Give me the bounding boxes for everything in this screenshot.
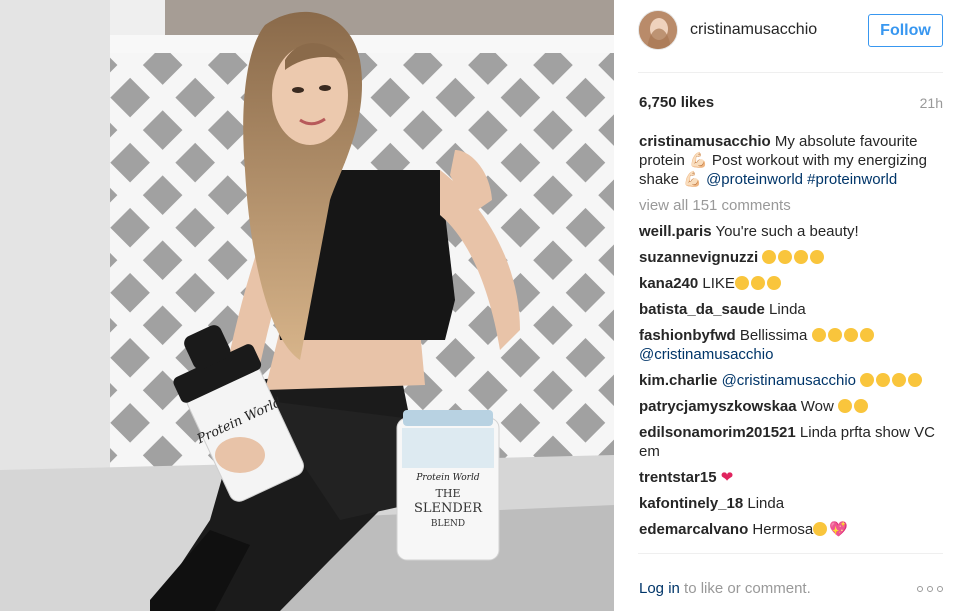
view-all-comments-link[interactable]: view all 151 comments (639, 196, 949, 215)
comment-text: LIKE (698, 275, 735, 292)
comment-username[interactable]: trentstar15 (639, 469, 717, 486)
comment-item: batista_da_saude Linda (639, 300, 949, 319)
caption-hashtag[interactable]: #proteinworld (807, 171, 897, 188)
caption-username[interactable]: cristinamusacchio (639, 133, 771, 150)
tub-brand-text: Protein World (415, 473, 479, 483)
caption: cristinamusacchio My absolute favourite … (639, 132, 949, 189)
comment-username[interactable]: fashionbyfwd (639, 327, 736, 344)
comment-item: weill.paris You're such a beauty! (639, 222, 949, 241)
heart-eyes-emoji-icon (734, 275, 783, 292)
post-author-username[interactable]: cristinamusacchio (690, 21, 817, 39)
footer-divider (638, 553, 943, 554)
comment-username[interactable]: batista_da_saude (639, 301, 765, 318)
sparkling-heart-icon: 💖 (829, 521, 848, 538)
heart-eyes-emoji-icon (811, 327, 876, 344)
heart-eyes-emoji-icon (860, 372, 924, 389)
comment-mention[interactable]: @cristinamusacchio (639, 346, 773, 363)
comment-item: kim.charlie @cristinamusacchio (639, 371, 949, 390)
face-emoji-icon (813, 521, 829, 538)
muscle-emoji-icon: 💪🏻 (689, 152, 708, 169)
comment-username[interactable]: kana240 (639, 275, 698, 292)
photo-illustration: Protein World Protein World THE SLENDER … (0, 0, 614, 611)
comment-item: patrycjamyszkowskaa Wow (639, 397, 949, 416)
comment-username[interactable]: patrycjamyszkowskaa (639, 398, 797, 415)
tub-name-line2: SLENDER (414, 501, 483, 516)
comment-username[interactable]: weill.paris (639, 223, 712, 240)
heart-emoji-icon: ❤ (720, 469, 734, 486)
dot (937, 586, 943, 592)
comment-item: kana240 LIKE (639, 274, 949, 293)
comment-text: Bellissima (735, 327, 812, 344)
comment-mention[interactable]: @cristinamusacchio (722, 372, 856, 389)
comment-username[interactable]: edilsonamorim201521 (639, 424, 796, 441)
heart-eyes-emoji-icon (762, 249, 826, 266)
post-details-panel: cristinamusacchio Follow 6,750 likes 21h… (614, 0, 960, 611)
comment-username[interactable]: suzannevignuzzi (639, 249, 758, 266)
login-link[interactable]: Log in (639, 580, 680, 597)
login-prompt-text: to like or comment. (679, 580, 811, 597)
dot (927, 586, 933, 592)
avatar[interactable] (638, 10, 678, 50)
comment-text: Wow (796, 398, 839, 415)
likes-count[interactable]: 6,750 likes (639, 94, 714, 111)
muscle-emoji-icon: 💪🏻 (683, 171, 707, 188)
more-options-icon[interactable] (917, 584, 943, 594)
comment-username[interactable]: kafontinely_18 (639, 495, 743, 512)
instagram-post: Protein World Protein World THE SLENDER … (0, 0, 960, 611)
comment-item: edemarcalvano Hermosa 💖 (639, 520, 949, 539)
comment-item: trentstar15 ❤ (639, 468, 949, 487)
header-divider (638, 72, 943, 73)
comment-item: kafontinely_18 Linda (639, 494, 949, 513)
caption-mention[interactable]: @proteinworld (706, 171, 803, 188)
post-photo[interactable]: Protein World Protein World THE SLENDER … (0, 0, 614, 611)
comment-item: fashionbyfwd Bellissima @cristinamusacch… (639, 326, 949, 364)
comment-text: Linda (764, 301, 806, 318)
post-time[interactable]: 21h (920, 95, 943, 111)
avatar-image (639, 11, 677, 49)
comment-text: Linda (743, 495, 785, 512)
post-header: cristinamusacchio Follow (638, 10, 943, 54)
comment-username[interactable]: kim.charlie (639, 372, 717, 389)
login-prompt: Log in to like or comment. (639, 580, 811, 597)
dot (917, 586, 923, 592)
comment-text: Hermosa (748, 521, 814, 538)
smile-emoji-icon (838, 398, 870, 415)
comment-item: edilsonamorim201521 Linda prfta show VC … (639, 423, 949, 461)
comment-item: suzannevignuzzi (639, 248, 949, 267)
comments-list: cristinamusacchio My absolute favourite … (639, 132, 949, 546)
comment-username[interactable]: edemarcalvano (639, 521, 748, 538)
tub-name-line1: THE (436, 487, 461, 500)
tub-name-line3: BLEND (431, 519, 465, 529)
follow-button[interactable]: Follow (868, 14, 943, 47)
comment-text: You're such a beauty! (711, 223, 859, 240)
